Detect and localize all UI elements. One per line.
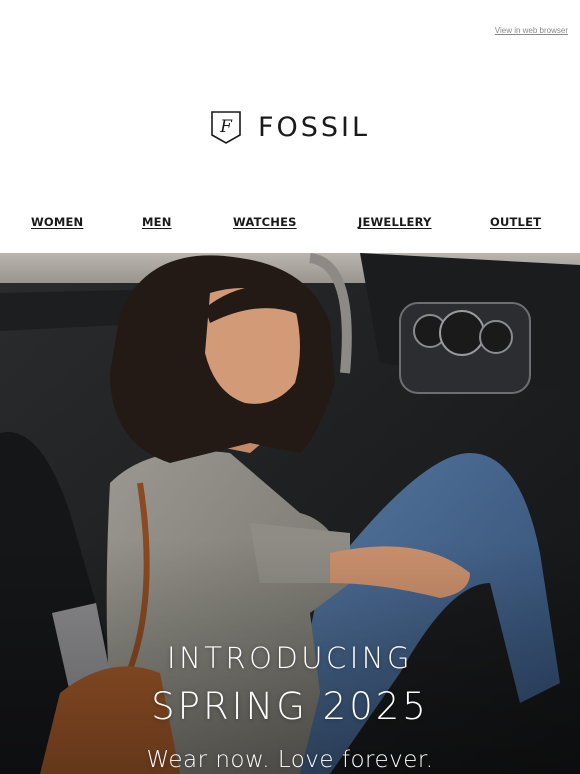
nav-item-outlet[interactable]: OUTLET (490, 215, 541, 229)
nav-item-watches[interactable]: WATCHES (233, 215, 297, 229)
email-topbar: View in web browser (0, 0, 580, 60)
hero-tagline: Wear now. Love forever. (146, 747, 434, 773)
nav-item-jewellery[interactable]: JEWELLERY (358, 215, 432, 229)
main-nav: WOMEN MEN WATCHES JEWELLERY OUTLET (0, 215, 580, 235)
logo-mark-letter: F (219, 117, 233, 137)
nav-item-men[interactable]: MEN (142, 215, 172, 229)
view-in-browser-link[interactable]: View in web browser (495, 26, 568, 35)
nav-item-women[interactable]: WOMEN (31, 215, 83, 229)
fossil-shield-icon: F (211, 111, 241, 144)
hero-title: SPRING 2025 (151, 685, 429, 728)
brand-wordmark: FOSSIL (257, 111, 371, 143)
brand-logo[interactable]: F FOSSIL (0, 106, 580, 148)
hero-introducing: INTRODUCING (167, 641, 413, 675)
hero-banner[interactable]: INTRODUCING SPRING 2025 Wear now. Love f… (0, 253, 580, 774)
